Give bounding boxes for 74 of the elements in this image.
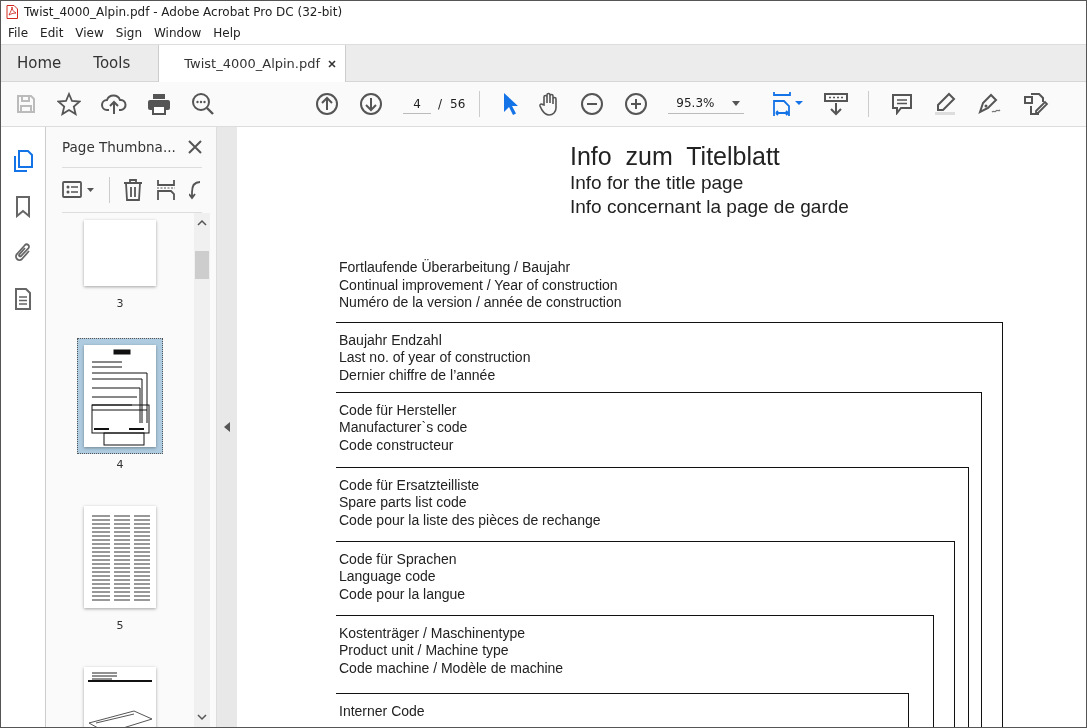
scroll-mode-icon[interactable] (824, 92, 849, 116)
page-number-label: 5 (116, 619, 124, 632)
pages-icon[interactable] (13, 150, 33, 172)
insert-page-icon[interactable] (156, 179, 176, 201)
page-up-icon[interactable] (315, 92, 339, 116)
text-line: Code für Sprachen (339, 550, 458, 568)
text-line: Continual improvement / Year of construction (339, 276, 619, 294)
document-subtitle: Info for the title page (570, 171, 745, 195)
page-separator: / (438, 97, 443, 111)
text-line: Code für Ersatzteilliste (339, 476, 481, 494)
panel-title: Page Thumbna... (62, 139, 176, 155)
text-line: Interner Code (339, 702, 426, 720)
selected-thumbnail-frame[interactable] (77, 338, 163, 454)
page-number-label: 3 (116, 297, 124, 310)
close-icon[interactable] (328, 59, 337, 68)
page-count: 56 (450, 97, 466, 111)
paperclip-icon[interactable] (13, 242, 33, 264)
document-subtitle: Info concernant la page de garde (570, 195, 850, 219)
upload-cloud-icon[interactable] (101, 93, 127, 115)
star-icon[interactable] (57, 92, 81, 116)
document-title: Info zum Titelblatt (570, 141, 781, 171)
zoom-dropdown[interactable]: 95.3% (668, 94, 745, 114)
menu-item[interactable]: View (70, 26, 111, 40)
page-thumbnail[interactable] (84, 220, 156, 286)
window-title: Twist_4000_Alpin.pdf - Adobe Acrobat Pro DC (32-bit) (24, 4, 343, 19)
text-line: Numéro de la version / année de construction (339, 294, 623, 312)
bookmark-icon[interactable] (15, 196, 31, 218)
trash-icon[interactable] (123, 179, 143, 201)
text-line: Dernier chiffre de l’année (339, 366, 497, 384)
tab[interactable]: Home (1, 45, 78, 81)
pointer-icon[interactable] (502, 92, 519, 116)
menu-item[interactable]: File (3, 26, 36, 40)
close-icon[interactable] (188, 140, 202, 154)
tab[interactable]: Tools (77, 45, 147, 81)
menu-item[interactable]: Sign (110, 26, 149, 40)
page-number-label: 4 (116, 458, 124, 471)
text-line: Code für Hersteller (339, 401, 458, 419)
tab[interactable]: Twist_4000_Alpin.pdf (158, 45, 347, 82)
zoom-out-icon[interactable] (580, 92, 605, 116)
page-down-icon[interactable] (359, 92, 383, 116)
fit-page-icon[interactable] (772, 91, 805, 117)
caret-icon (732, 100, 741, 106)
page-thumbnail[interactable] (84, 345, 156, 447)
text-line: Product unit / Machine type (339, 642, 510, 660)
text-line: Last no. of year of construction (339, 349, 532, 367)
collapse-panel-icon[interactable] (224, 422, 230, 432)
scroll-up-icon[interactable] (197, 219, 207, 227)
scroll-down-icon[interactable] (197, 713, 207, 721)
rotate-icon[interactable] (189, 179, 201, 201)
print-icon[interactable] (147, 93, 171, 115)
text-line: Spare parts list code (339, 494, 468, 512)
highlighter-icon[interactable] (933, 92, 958, 116)
zoom-in-icon[interactable] (624, 92, 649, 116)
menu-item[interactable]: Help (208, 26, 248, 40)
menu-item[interactable]: Edit (35, 26, 71, 40)
document-icon[interactable] (14, 288, 32, 310)
text-line: Kostenträger / Maschinentype (339, 624, 526, 642)
text-line: Fortlaufende Überarbeitung / Baujahr (339, 259, 572, 277)
text-line: Language code (339, 568, 437, 586)
menu-item[interactable]: Window (149, 26, 209, 40)
comment-icon[interactable] (891, 93, 914, 115)
scrollbar-thumb[interactable] (195, 251, 209, 279)
text-line: Code pour la langue (339, 585, 467, 603)
text-line: Code pour la liste des pièces de rechange (339, 511, 602, 529)
page-number-field[interactable]: 4 (403, 94, 431, 114)
options-list-icon[interactable] (62, 181, 96, 199)
text-line: Code machine / Modèle de machine (339, 659, 565, 677)
text-line: Baujahr Endzahl (339, 331, 443, 349)
page-thumbnail[interactable] (84, 506, 156, 608)
pdf-file-icon (6, 4, 18, 19)
zoom-search-icon[interactable] (191, 92, 215, 116)
text-line: Code constructeur (339, 436, 455, 454)
text-line: Manufacturer`s code (339, 419, 469, 437)
edit-document-icon[interactable] (1023, 92, 1050, 116)
